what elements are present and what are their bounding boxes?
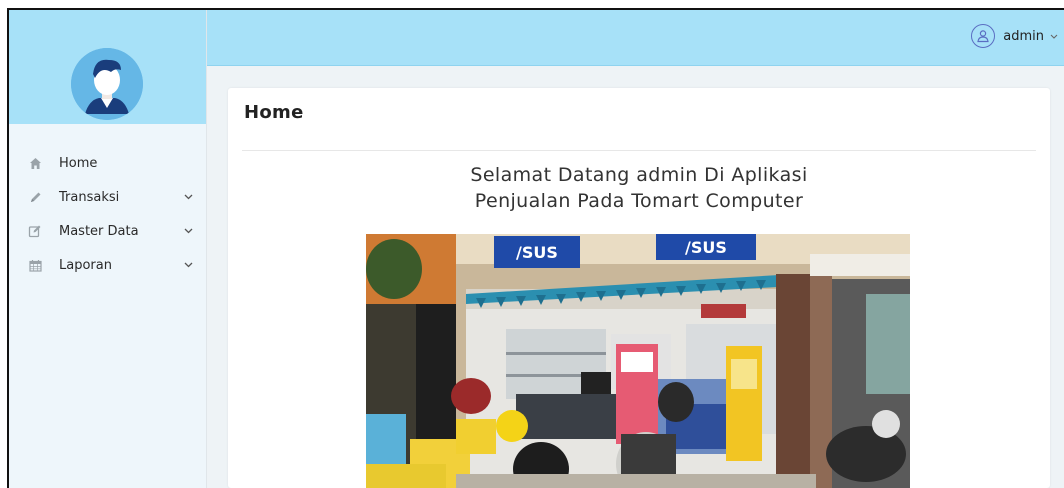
user-icon bbox=[971, 24, 996, 48]
sidebar-item-label: Transaksi bbox=[59, 189, 120, 205]
avatar bbox=[71, 48, 143, 120]
welcome-line-1: Selamat Datang admin Di Aplikasi bbox=[470, 164, 808, 186]
home-card: Home Selamat Datang admin Di Aplikasi Pe… bbox=[228, 88, 1050, 488]
app-window: Home Transaksi Master Data Laporan admin… bbox=[7, 8, 1064, 488]
sidebar-nav: Home Transaksi Master Data Laporan bbox=[9, 124, 206, 282]
calendar-icon bbox=[27, 257, 43, 273]
user-menu[interactable]: admin bbox=[971, 24, 1058, 48]
avatar-icon bbox=[71, 48, 143, 120]
sidebar-item-master-data[interactable]: Master Data bbox=[9, 214, 206, 248]
chevron-down-icon bbox=[182, 225, 194, 237]
sidebar: Home Transaksi Master Data Laporan bbox=[9, 10, 207, 488]
sidebar-item-label: Laporan bbox=[59, 257, 112, 273]
sidebar-item-home[interactable]: Home bbox=[9, 146, 206, 180]
username: admin bbox=[1003, 28, 1044, 44]
pencil-icon bbox=[27, 189, 43, 205]
edit-icon bbox=[27, 223, 43, 239]
svg-text:/SUS: /SUS bbox=[516, 243, 558, 262]
chevron-down-icon bbox=[182, 259, 194, 271]
divider bbox=[242, 150, 1036, 151]
page-title: Home bbox=[244, 102, 304, 123]
svg-text:/SUS: /SUS bbox=[685, 238, 727, 257]
sidebar-item-transaksi[interactable]: Transaksi bbox=[9, 180, 206, 214]
top-bar: admin bbox=[207, 10, 1064, 66]
welcome-message: Selamat Datang admin Di Aplikasi Penjual… bbox=[228, 162, 1050, 214]
chevron-down-icon bbox=[1050, 34, 1058, 39]
sidebar-item-label: Master Data bbox=[59, 223, 139, 239]
store-photo: /SUS /SUS bbox=[366, 234, 910, 488]
sidebar-header bbox=[9, 10, 206, 124]
sidebar-item-label: Home bbox=[59, 155, 98, 171]
home-icon bbox=[27, 155, 43, 171]
store-photo-image: /SUS /SUS bbox=[366, 234, 910, 488]
main-content: Home Selamat Datang admin Di Aplikasi Pe… bbox=[207, 66, 1064, 488]
welcome-line-2: Penjualan Pada Tomart Computer bbox=[474, 190, 804, 212]
chevron-down-icon bbox=[182, 191, 194, 203]
sidebar-item-laporan[interactable]: Laporan bbox=[9, 248, 206, 282]
